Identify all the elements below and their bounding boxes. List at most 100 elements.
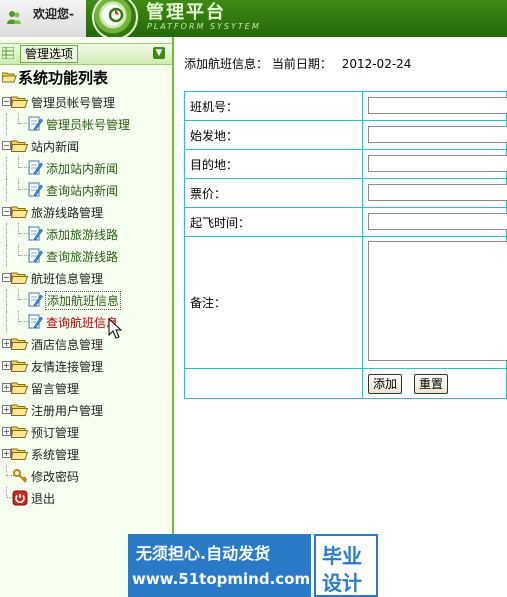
edit-document-icon — [28, 116, 43, 131]
folder-icon — [11, 360, 28, 372]
tree-group[interactable]: + 注册用户管理 — [0, 399, 170, 421]
watermark: 无须担心.自动发货 www.51topmind.com 毕业 设计 — [128, 534, 378, 597]
form-row-destination: 目的地： — [184, 149, 507, 179]
watermark-badge: 毕业 设计 — [314, 534, 378, 597]
mouse-cursor-icon — [108, 318, 122, 339]
folder-icon — [11, 448, 28, 460]
folder-open-icon — [2, 72, 17, 83]
watermark-banner: 无须担心.自动发货 www.51topmind.com — [128, 534, 311, 597]
tree-group-label[interactable]: 航班信息管理 — [31, 270, 103, 287]
reset-button[interactable]: 重置 — [414, 374, 449, 394]
add-button[interactable]: 添加 — [368, 374, 403, 394]
tree-leaf-label[interactable]: 查询旅游线路 — [46, 248, 118, 265]
tree-group[interactable]: − 站内新闻 — [0, 135, 170, 157]
folder-icon — [11, 96, 28, 108]
form-row-departure-time: 起飞时间： — [184, 207, 507, 237]
tree-leaf[interactable]: 管理员帐号管理 — [0, 113, 170, 135]
flight-no-input[interactable] — [368, 97, 507, 114]
tree-leaf-label[interactable]: 添加站内新闻 — [46, 160, 118, 177]
tree-connector — [6, 157, 7, 179]
tree-leaf-label[interactable]: 添加航班信息 — [45, 291, 122, 310]
tree-group-label[interactable]: 友情连接管理 — [31, 358, 103, 375]
top-banner: 欢迎您- 管理平台 PLATFORM SYSYTEM — [0, 0, 507, 40]
sidebar-header: 管理选项 ▼ — [0, 43, 172, 65]
tree-leaf[interactable]: 查询站内新闻 — [0, 179, 170, 201]
destination-input[interactable] — [368, 155, 507, 172]
tree-group-label[interactable]: 注册用户管理 — [31, 402, 103, 419]
collapse-arrow-icon[interactable]: ▼ — [153, 47, 165, 59]
departure-time-label: 起飞时间： — [184, 207, 363, 237]
tree-leaf-label[interactable]: 查询站内新闻 — [46, 182, 118, 199]
tree-group[interactable]: + 预订管理 — [0, 421, 170, 443]
tree-group-label[interactable]: 旅游线路管理 — [31, 204, 103, 221]
form-row-origin: 始发地： — [184, 120, 507, 150]
date-label: 当前日期： — [271, 57, 332, 71]
folder-icon — [11, 206, 28, 218]
flight-form: 班机号： 始发地： 目的地： 票价： 起飞时间： 备注： 添加 重置 — [184, 91, 507, 399]
change-password-item[interactable]: 修改密码 — [0, 465, 170, 487]
edit-document-icon — [28, 182, 43, 197]
tree-leaf[interactable]: 添加站内新闻 — [0, 157, 170, 179]
expand-toggle-icon[interactable]: + — [2, 361, 11, 370]
tree-group-label[interactable]: 站内新闻 — [31, 138, 79, 155]
tree-group-label[interactable]: 酒店信息管理 — [31, 336, 103, 353]
folder-icon — [11, 426, 28, 438]
watermark-badge-line2: 设计 — [322, 571, 362, 595]
tree-connector — [6, 311, 7, 333]
tree-group-label[interactable]: 管理员帐号管理 — [31, 94, 115, 111]
tree-leaf[interactable]: 查询旅游线路 — [0, 245, 170, 267]
price-input[interactable] — [368, 184, 507, 201]
tree-group[interactable]: − 旅游线路管理 — [0, 201, 170, 223]
tree-group[interactable]: + 酒店信息管理 — [0, 333, 170, 355]
tree-group[interactable]: − 管理员帐号管理 — [0, 91, 170, 113]
current-date: 2012-02-24 — [341, 57, 412, 71]
tree-leaf-label[interactable]: 管理员帐号管理 — [46, 116, 130, 133]
tree-group[interactable]: + 留言管理 — [0, 377, 170, 399]
departure-time-input[interactable] — [368, 213, 507, 230]
expand-toggle-icon[interactable]: + — [2, 405, 11, 414]
collapse-toggle-icon[interactable]: − — [2, 97, 11, 106]
origin-input[interactable] — [368, 126, 507, 143]
edit-document-icon — [28, 314, 43, 329]
tree-leaf-label[interactable]: 添加旅游线路 — [46, 226, 118, 243]
flight-no-label: 班机号： — [184, 91, 363, 121]
tree-connector — [6, 113, 7, 135]
logout-label[interactable]: 退出 — [31, 490, 55, 507]
tree-group[interactable]: − 航班信息管理 — [0, 267, 170, 289]
actions-spacer — [184, 368, 363, 399]
page-title-bar: 添加航班信息： 当前日期： 2012-02-24 — [184, 55, 411, 72]
welcome-text: 欢迎您- — [33, 7, 74, 21]
tree-group-label[interactable]: 系统管理 — [31, 446, 79, 463]
page-title: 添加航班信息： — [184, 57, 269, 71]
price-label: 票价： — [184, 178, 363, 208]
watermark-badge-line1: 毕业 — [322, 544, 362, 568]
expand-toggle-icon[interactable]: + — [2, 383, 11, 392]
tree-leaf[interactable]: 查询航班信息 — [0, 311, 170, 333]
expand-toggle-icon[interactable]: + — [2, 339, 11, 348]
tree-group[interactable]: + 系统管理 — [0, 443, 170, 465]
form-row-price: 票价： — [184, 178, 507, 208]
expand-toggle-icon[interactable]: + — [2, 449, 11, 458]
tree-group[interactable]: + 友情连接管理 — [0, 355, 170, 377]
change-password-label[interactable]: 修改密码 — [31, 468, 79, 485]
expand-toggle-icon[interactable]: + — [2, 427, 11, 436]
app-title: 管理平台 — [146, 2, 226, 23]
folder-icon — [11, 140, 28, 152]
key-icon — [13, 469, 28, 483]
watermark-line1: 无须担心.自动发货 — [136, 544, 271, 563]
remarks-textarea[interactable] — [368, 241, 507, 361]
edit-document-icon — [28, 248, 43, 263]
menu-grid-icon — [2, 47, 14, 59]
edit-document-icon — [28, 226, 43, 241]
logout-item[interactable]: 退出 — [0, 487, 170, 509]
collapse-toggle-icon[interactable]: − — [2, 141, 11, 150]
tree-leaf[interactable]: 添加航班信息 — [0, 289, 170, 311]
power-icon — [12, 490, 28, 506]
collapse-toggle-icon[interactable]: − — [2, 273, 11, 282]
sidebar-header-label[interactable]: 管理选项 — [20, 45, 79, 63]
tree-group-label[interactable]: 预订管理 — [31, 424, 79, 441]
tree-group-label[interactable]: 留言管理 — [31, 380, 79, 397]
collapse-toggle-icon[interactable]: − — [2, 207, 11, 216]
tree-leaf[interactable]: 添加旅游线路 — [0, 223, 170, 245]
users-icon — [7, 11, 21, 24]
